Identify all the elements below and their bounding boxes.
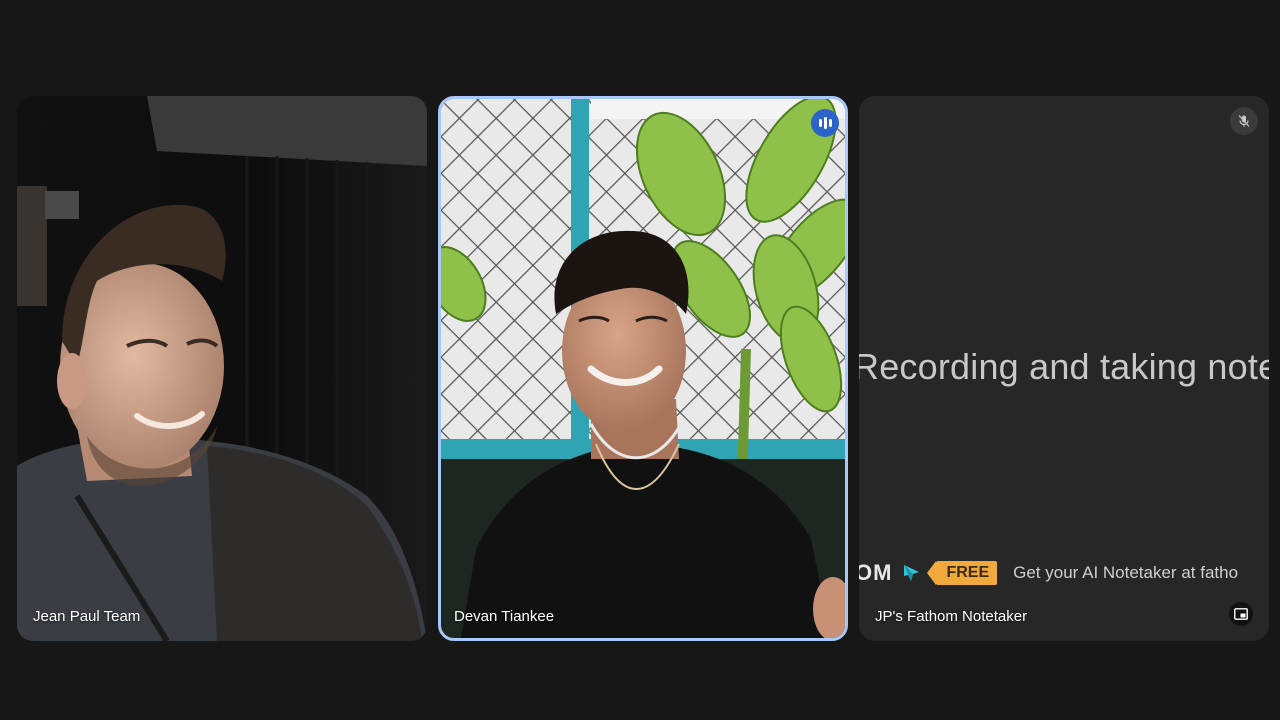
bot-status-heading: Recording and taking notes	[859, 346, 1269, 387]
participant-name: Devan Tiankee	[454, 608, 555, 625]
free-badge: FREE	[927, 561, 998, 585]
meeting-grid: Jean Paul Team Devan Tiankee Recording a…	[0, 0, 1280, 720]
mic-off-icon	[1230, 107, 1258, 135]
participant-name: JP's Fathom Notetaker	[875, 608, 1028, 625]
participant-name: Jean Paul Team	[33, 608, 141, 625]
participant-tile-fathom-notetaker[interactable]: Recording and taking notes OM FREE Get y…	[859, 96, 1269, 641]
participant-tile-jean-paul[interactable]: Jean Paul Team	[17, 96, 427, 641]
speaking-indicator-icon	[811, 109, 839, 137]
promo-text: Get your AI Notetaker at fatho	[1013, 563, 1239, 582]
picture-in-picture-icon[interactable]	[1229, 602, 1253, 626]
fathom-logo-icon	[902, 563, 922, 583]
participant-tile-devan[interactable]: Devan Tiankee	[438, 96, 848, 641]
bot-promo-banner: OM FREE Get your AI Notetaker at fatho	[859, 558, 1238, 588]
brand-wordmark: OM	[859, 560, 893, 585]
